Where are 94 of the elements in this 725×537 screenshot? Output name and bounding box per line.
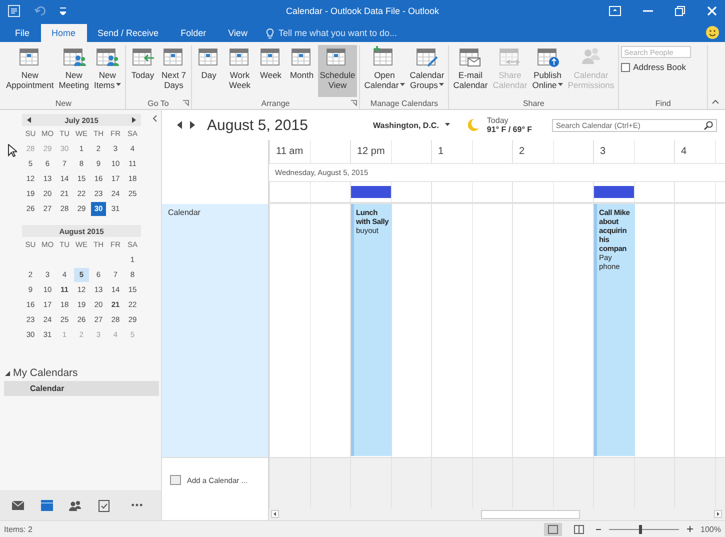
tell-me-field[interactable]: Tell me what you want to do... bbox=[266, 24, 398, 42]
calendar-mail-icon bbox=[457, 46, 484, 68]
scrollbar-thumb[interactable] bbox=[481, 510, 580, 518]
window-title: Calendar - Outlook Data File - Outlook bbox=[286, 6, 440, 16]
ribbon-button[interactable]: Open Calendar bbox=[362, 45, 407, 97]
ribbon-button[interactable]: New Items bbox=[92, 45, 123, 97]
caret-icon bbox=[116, 83, 121, 87]
location-dropdown[interactable]: Washington, D.C. bbox=[373, 120, 450, 130]
calendar-icon bbox=[170, 475, 181, 485]
weather-day: Today bbox=[486, 116, 532, 125]
normal-view-icon bbox=[548, 524, 558, 534]
dialog-launcher-icon[interactable] bbox=[351, 100, 358, 106]
previous-day-icon[interactable] bbox=[177, 121, 182, 129]
lightbulb-icon bbox=[266, 28, 274, 38]
hour-label: 3 bbox=[593, 140, 674, 164]
checkbox-icon bbox=[621, 62, 630, 72]
weather-temperature: 91° F / 69° F bbox=[486, 125, 532, 134]
ribbon-display-icon[interactable] bbox=[608, 6, 621, 16]
reading-view-icon bbox=[574, 524, 584, 534]
group-label: Manage Calendars bbox=[370, 98, 438, 108]
ribbon-button[interactable]: Week bbox=[256, 45, 286, 97]
zoom-out-icon[interactable] bbox=[596, 526, 601, 532]
calendar-row-header: Calendar bbox=[162, 204, 269, 457]
time-slot[interactable] bbox=[593, 182, 674, 204]
zoom-slider-thumb[interactable] bbox=[639, 524, 642, 534]
search-icon[interactable] bbox=[704, 120, 713, 130]
ribbon-tab[interactable]: Send / Receive bbox=[86, 24, 170, 42]
ribbon-button[interactable]: Publish Online bbox=[530, 45, 565, 97]
time-slot[interactable] bbox=[350, 182, 431, 204]
ribbon-tab[interactable]: View bbox=[217, 24, 258, 42]
group-label: Arrange bbox=[261, 98, 290, 108]
item-count: Items: 2 bbox=[4, 524, 32, 534]
calendar-pen-icon bbox=[414, 46, 440, 68]
zoom-level: 100% bbox=[700, 524, 721, 534]
group-label: New bbox=[55, 98, 72, 108]
ribbon-button[interactable]: Today bbox=[128, 45, 158, 97]
caret-icon bbox=[400, 83, 405, 87]
next-month-icon[interactable] bbox=[132, 117, 136, 123]
scroll-left-icon[interactable] bbox=[271, 510, 279, 518]
collapse-ribbon-icon[interactable] bbox=[712, 99, 719, 104]
ribbon-tab[interactable]: Home bbox=[40, 24, 87, 42]
people-calendar-icon bbox=[94, 46, 120, 68]
address-book-button[interactable]: Address Book bbox=[621, 62, 706, 72]
busy-bar bbox=[594, 186, 634, 198]
app-icon[interactable] bbox=[8, 5, 20, 17]
ribbon-button[interactable]: Schedule View bbox=[318, 45, 358, 97]
ribbon-tab[interactable]: File bbox=[4, 24, 41, 42]
ribbon-button[interactable]: New Appointment bbox=[4, 45, 56, 97]
ribbon-button[interactable]: Month bbox=[286, 45, 317, 97]
ribbon-button[interactable]: Calendar Groups bbox=[408, 45, 446, 97]
hour-label: 12 pm bbox=[350, 140, 431, 164]
mouse-pointer-icon bbox=[8, 144, 17, 157]
smiley-icon[interactable] bbox=[706, 26, 719, 38]
people-calendar-icon bbox=[60, 46, 87, 68]
tasks-icon[interactable] bbox=[96, 498, 111, 512]
ribbon-button[interactable]: Day bbox=[194, 45, 224, 97]
busy-bar bbox=[351, 186, 391, 198]
normal-view-button[interactable] bbox=[544, 522, 562, 536]
expanded-icon[interactable] bbox=[5, 370, 10, 376]
caret-icon bbox=[444, 123, 450, 127]
mail-icon[interactable] bbox=[11, 498, 26, 512]
hour-label: 4 bbox=[674, 140, 725, 164]
collapse-pane-icon[interactable] bbox=[152, 115, 157, 122]
dialog-launcher-icon[interactable] bbox=[182, 100, 189, 106]
previous-month-icon[interactable] bbox=[27, 117, 31, 123]
calendar-upload-icon bbox=[534, 46, 560, 68]
group-label: Go To bbox=[148, 98, 169, 108]
caret-icon bbox=[438, 83, 444, 87]
ribbon-button[interactable]: E-mail Calendar bbox=[451, 45, 490, 97]
next-day-icon[interactable] bbox=[190, 121, 195, 129]
horizontal-scrollbar[interactable] bbox=[269, 508, 725, 520]
calendar-folder-item[interactable]: Calendar bbox=[4, 381, 159, 396]
customize-icon[interactable] bbox=[60, 7, 66, 15]
date-title: August 5, 2015 bbox=[207, 116, 309, 134]
people-icon[interactable] bbox=[68, 498, 82, 512]
close-icon[interactable] bbox=[706, 6, 717, 16]
scroll-right-icon[interactable] bbox=[714, 510, 722, 518]
hour-label: 1 bbox=[431, 140, 512, 164]
calendar-arrow-icon bbox=[130, 46, 156, 68]
hour-label: 11 am bbox=[269, 140, 350, 164]
more-button[interactable]: ••• bbox=[125, 499, 150, 511]
hour-label: 2 bbox=[512, 140, 593, 164]
zoom-in-icon[interactable] bbox=[686, 526, 693, 532]
restore-icon[interactable] bbox=[674, 6, 685, 16]
calendar-icon[interactable] bbox=[40, 498, 54, 512]
ribbon-button[interactable]: Work Week bbox=[224, 45, 255, 97]
folder-group-label[interactable]: My Calendars bbox=[13, 367, 78, 379]
group-label: Find bbox=[655, 98, 671, 108]
group-label: Share bbox=[522, 98, 544, 108]
ribbon-tab[interactable]: Folder bbox=[170, 24, 218, 42]
ribbon-button[interactable]: New Meeting bbox=[56, 45, 91, 97]
ribbon-button[interactable]: Next 7 Days bbox=[158, 45, 189, 97]
moon-icon bbox=[468, 119, 479, 131]
caret-icon bbox=[558, 83, 563, 87]
